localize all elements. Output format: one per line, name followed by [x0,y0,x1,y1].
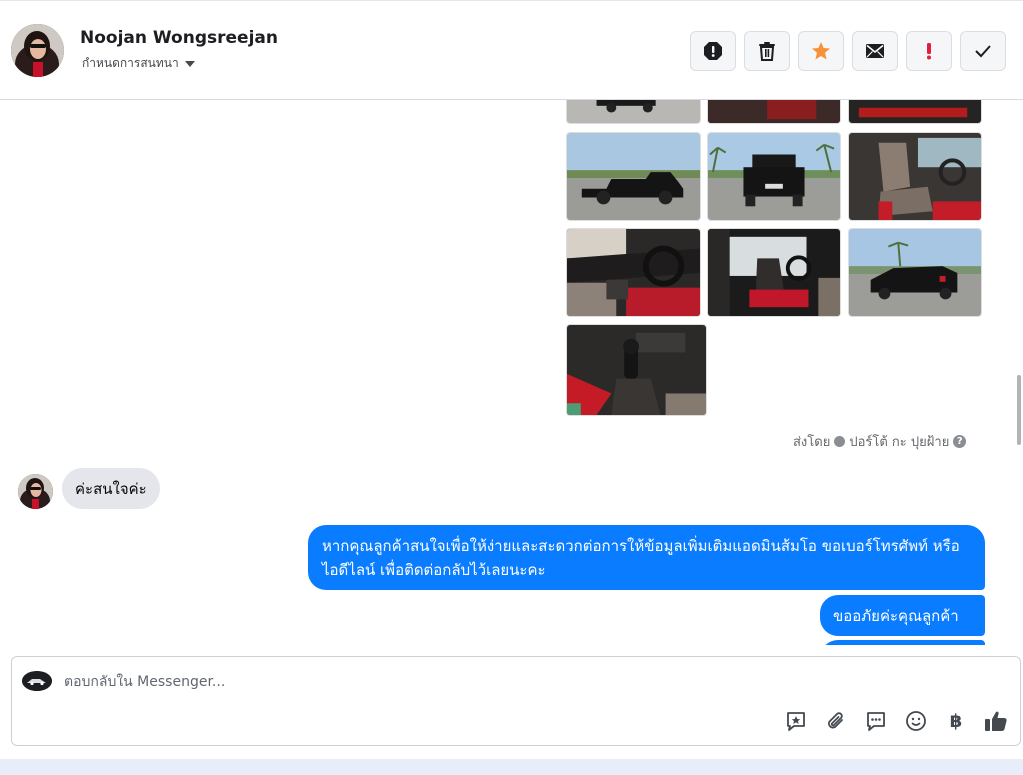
baht-icon: ฿ [949,710,963,732]
quick-replies-button[interactable] [864,709,888,733]
sent-by-name[interactable]: ปอร์โต้ กะ ปุยฝ้าย [849,431,949,452]
photo-attachment[interactable] [566,228,701,317]
sent-by-line: ส่งโดย ปอร์โต้ กะ ปุยฝ้าย ? [793,431,967,452]
paperclip-icon [828,712,843,729]
checkmark-icon [975,45,991,58]
help-icon[interactable]: ? [953,435,967,448]
outgoing-message-bubble[interactable]: หากคุณลูกค้าสนใจเพื่อให้ง่ายและสะดวกต่อก… [308,525,985,590]
trash-icon [759,42,775,61]
chat-star-icon [787,712,805,731]
conversation-header: Noojan Wongsreejan กำหนดการสนทนา [0,0,1023,100]
chat-dots-icon [867,712,885,731]
sent-by-prefix: ส่งโดย [793,435,831,450]
photo-attachment[interactable] [707,132,841,221]
photo-attachment[interactable] [848,228,982,317]
payment-button[interactable]: ฿ [944,709,968,733]
caret-down-icon [184,60,195,67]
assign-label: กำหนดการสนทนา [82,56,179,70]
delete-button[interactable] [744,31,790,71]
outgoing-message-bubble[interactable]: ขออภัยค่ะคุณลูกค้า [820,595,985,636]
photo-attachment[interactable] [566,324,707,416]
alert-circle-icon [704,42,722,60]
photo-attachment[interactable] [707,228,841,317]
photo-attachment[interactable] [566,100,701,124]
thumbs-up-icon [985,711,1007,731]
report-button[interactable] [690,31,736,71]
header-actions [690,31,1006,71]
mark-done-button[interactable] [960,31,1006,71]
photo-attachment[interactable] [848,100,982,124]
photo-attachment[interactable] [566,132,701,221]
reply-input[interactable] [64,667,764,697]
flag-important-button[interactable] [906,31,952,71]
outgoing-message-bubble-partial[interactable] [820,640,985,645]
message-thread[interactable]: ส่งโดย ปอร์โต้ กะ ปุยฝ้าย ? ค่ะสนใจค่ะ ห… [0,100,1023,645]
incoming-message-bubble[interactable]: ค่ะสนใจค่ะ [62,468,160,509]
reply-composer: ฿ [11,656,1021,746]
composer-toolbar: ฿ [784,709,1008,733]
page-footer-strip [0,759,1023,775]
contact-avatar-small[interactable] [18,474,53,509]
photo-attachment[interactable] [848,132,982,221]
star-button[interactable] [798,31,844,71]
like-button[interactable] [984,709,1008,733]
star-icon [812,42,830,60]
contact-name[interactable]: Noojan Wongsreejan [80,28,278,48]
contact-avatar[interactable] [11,24,64,77]
page-logo [22,671,52,691]
envelope-icon [866,44,884,58]
mark-unread-button[interactable] [852,31,898,71]
assign-conversation-dropdown[interactable]: กำหนดการสนทนา [82,54,195,73]
emoji-button[interactable] [904,709,928,733]
photo-attachment[interactable] [707,100,841,124]
attach-file-button[interactable] [824,709,848,733]
exclamation-icon [927,43,931,60]
business-suite-icon [834,436,846,447]
scrollbar-thumb[interactable] [1017,375,1021,445]
smiley-icon [906,711,926,731]
inbox-conversation-window: Noojan Wongsreejan กำหนดการสนทนา ส่งโดย … [0,0,1023,775]
saved-replies-button[interactable] [784,709,808,733]
